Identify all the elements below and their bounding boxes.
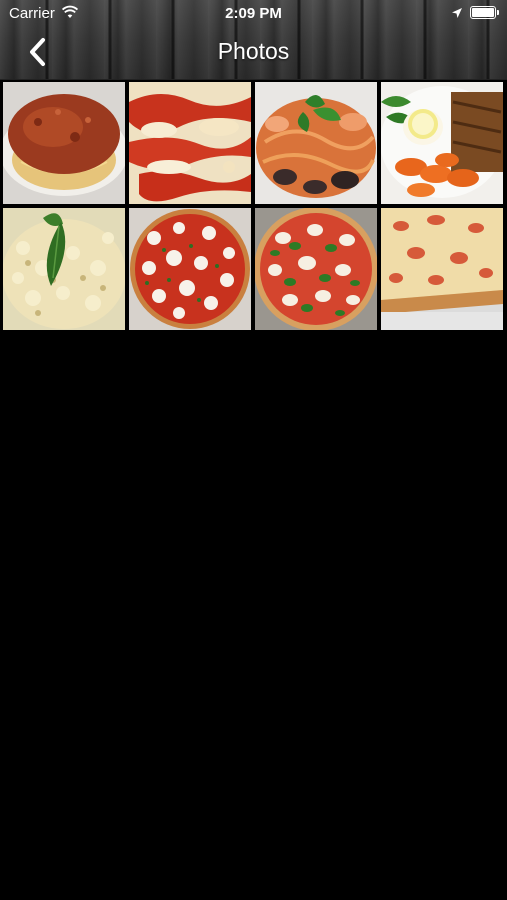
photo-thumbnail-baked-pasta[interactable] [129, 82, 251, 204]
photo-grid [3, 82, 506, 330]
photo-thumbnail-seafood-pasta[interactable] [255, 82, 377, 204]
photo-thumbnail-spaghetti-bolognese[interactable] [3, 82, 125, 204]
photo-thumbnail-grilled-chicken[interactable] [381, 82, 503, 204]
navigation-bar: Carrier 2:09 PM Photos [0, 0, 507, 80]
photo-thumbnail-pasta-basil[interactable] [3, 208, 125, 330]
clock: 2:09 PM [225, 5, 282, 22]
photo-thumbnail-margherita-pizza[interactable] [129, 208, 251, 330]
status-bar: Carrier 2:09 PM [0, 0, 507, 28]
photo-thumbnail-sicilian-pizza[interactable] [381, 208, 503, 330]
location-arrow-icon [452, 8, 462, 18]
page-title: Photos [217, 38, 290, 64]
photo-thumbnail-basil-pizza[interactable] [255, 208, 377, 330]
battery-full-icon [470, 6, 499, 19]
